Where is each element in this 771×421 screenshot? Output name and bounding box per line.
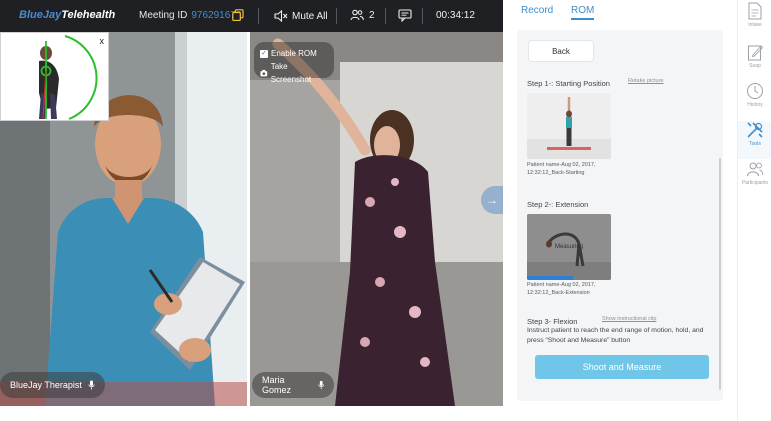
next-arrow-button[interactable]: → — [481, 186, 503, 214]
rom-controls-overlay: ✓ Enable ROM Take Screenshot — [254, 42, 334, 84]
logo-text-bluejay: BlueJay — [19, 9, 62, 21]
divider — [422, 8, 423, 24]
skeleton-tracking-view — [1, 33, 108, 120]
divider — [336, 8, 337, 24]
document-icon — [748, 2, 762, 20]
step1-caption-line1: Patient name-Aug 02, 2017, — [527, 162, 596, 168]
step3-title: Step 3- Flexion — [527, 317, 578, 326]
app-logo: BlueJayTelehealth — [19, 9, 115, 21]
take-screenshot-label: Take Screenshot — [270, 62, 312, 84]
participants-icon — [747, 162, 764, 177]
measuring-progress-bar — [527, 276, 574, 280]
sidebar-item-intake[interactable]: Intake — [738, 2, 771, 40]
participants-count: 2 — [369, 9, 375, 21]
patient-video-frame — [250, 32, 503, 406]
enable-rom-checkbox[interactable]: ✓ Enable ROM — [260, 47, 328, 60]
step2-title: Step 2-: Extension — [527, 200, 589, 209]
step2-caption: Patient name-Aug 02, 2017, 12:32:12_Back… — [527, 281, 596, 297]
back-button[interactable]: Back — [528, 40, 594, 62]
take-screenshot-option[interactable]: Take Screenshot — [260, 60, 328, 86]
sidebar-label-soap: Soap — [749, 63, 761, 69]
mute-all-button[interactable]: Mute All — [274, 9, 328, 23]
divider — [385, 8, 386, 24]
camera-icon — [260, 69, 268, 77]
panel-scrollbar[interactable] — [719, 158, 721, 390]
top-bar: BlueJayTelehealth Meeting ID 976291678 Mu… — [0, 0, 503, 32]
rom-skeleton-pip: x — [0, 32, 109, 121]
retake-picture-link[interactable]: Retake picture — [628, 78, 663, 84]
arrow-right-icon: → — [486, 193, 498, 207]
chat-icon[interactable] — [398, 9, 412, 22]
step1-thumbnail[interactable] — [527, 93, 611, 159]
measuring-label: Measuring — [554, 244, 583, 250]
video-bottom-margin — [0, 406, 503, 421]
mute-all-label: Mute All — [292, 10, 328, 22]
sidebar-label-participants: Participants — [741, 180, 769, 186]
tab-rom[interactable]: ROM — [571, 5, 595, 20]
call-timer: 00:34:12 — [436, 10, 475, 21]
step2-caption-line1: Patient name-Aug 02, 2017, — [527, 282, 596, 288]
step1-caption: Patient name-Aug 02, 2017, 12:32:12_Back… — [527, 161, 596, 177]
divider — [258, 8, 259, 24]
meeting-label: Meeting ID — [139, 10, 188, 21]
checkmark-icon: ✓ — [260, 49, 268, 58]
step1-caption-line2: 12:32:12_Back-Starting — [527, 170, 585, 176]
patient-name: Maria Gomez — [262, 375, 292, 395]
participants-button[interactable]: 2 — [350, 9, 375, 21]
patient-name-pill: Maria Gomez — [252, 372, 334, 398]
sidebar-item-history[interactable]: History — [738, 82, 771, 120]
sidebar-label-tools: Tools — [749, 141, 761, 147]
sidebar-item-tools[interactable]: Tools — [738, 121, 771, 159]
sidebar-item-soap[interactable]: Soap — [738, 43, 771, 81]
step3-instruction: Instruct patient to reach the end range … — [527, 327, 704, 344]
patient-video[interactable]: Maria Gomez — [250, 32, 503, 406]
microphone-icon — [88, 380, 95, 390]
clock-icon — [747, 83, 763, 99]
microphone-icon — [317, 380, 324, 390]
sidebar-label-history: History — [747, 102, 763, 108]
participants-icon — [350, 9, 364, 21]
enable-rom-label: Enable ROM — [271, 49, 317, 58]
show-instructional-clip-link[interactable]: Show instructional clip — [602, 316, 656, 322]
meeting-info: Meeting ID 976291678 — [139, 10, 241, 21]
panel-tabs: Record ROM — [505, 0, 737, 22]
edit-icon — [748, 45, 763, 61]
sidebar-label-intake: Intake — [748, 22, 762, 28]
step2-thumbnail[interactable]: Measuring — [527, 214, 611, 280]
sidebar-item-participants[interactable]: Participants — [738, 160, 771, 198]
copy-icon[interactable] — [232, 9, 244, 21]
starting-position-image — [527, 93, 611, 159]
therapist-name: BlueJay Therapist — [10, 380, 82, 390]
tools-sidebar: Intake Soap History Tools Participants — [737, 0, 771, 421]
pip-close-button[interactable]: x — [100, 36, 105, 46]
step2-caption-line2: 12:32:12_Back-Extension — [527, 290, 590, 296]
tab-record[interactable]: Record — [521, 5, 553, 16]
tools-icon — [747, 122, 763, 138]
step1-title: Step 1-: Starting Position — [527, 79, 610, 88]
therapist-name-pill: BlueJay Therapist — [0, 372, 105, 398]
shoot-and-measure-button[interactable]: Shoot and Measure — [535, 355, 709, 379]
telehealth-app: BlueJayTelehealth Meeting ID 976291678 Mu… — [0, 0, 771, 421]
logo-text-telehealth: Telehealth — [61, 9, 116, 21]
speaker-muted-icon — [274, 10, 288, 22]
